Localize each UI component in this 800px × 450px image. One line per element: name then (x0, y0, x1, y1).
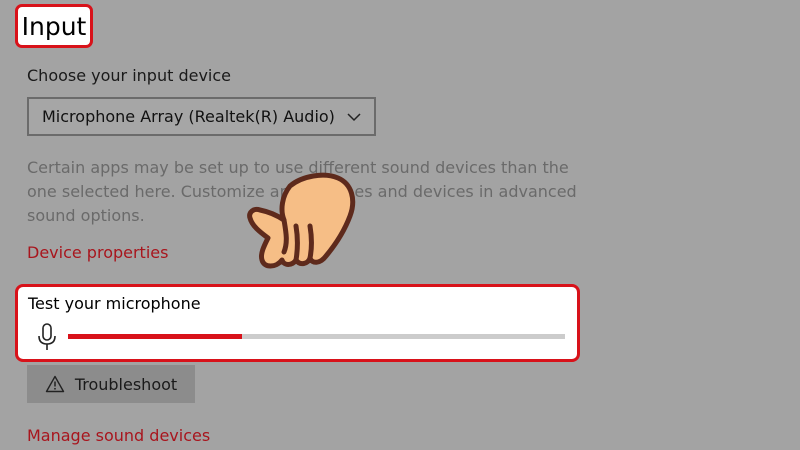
input-device-selected: Microphone Array (Realtek(R) Audio) (42, 107, 335, 126)
troubleshoot-button[interactable]: Troubleshoot (27, 365, 195, 403)
chevron-down-icon (347, 113, 361, 122)
test-microphone-panel: Test your microphone (15, 284, 580, 362)
input-device-dropdown[interactable]: Microphone Array (Realtek(R) Audio) (27, 97, 376, 136)
pointing-hand-icon (247, 172, 356, 269)
warning-icon (45, 375, 65, 393)
microphone-level-meter (68, 334, 565, 339)
page-title: Input (21, 11, 87, 41)
input-device-label: Choose your input device (27, 66, 232, 85)
troubleshoot-label: Troubleshoot (74, 374, 178, 394)
microphone-level-fill (68, 334, 242, 339)
manage-sound-devices-link[interactable]: Manage sound devices (27, 426, 210, 445)
microphone-icon (38, 323, 56, 350)
test-microphone-title: Test your microphone (28, 294, 201, 313)
device-properties-link[interactable]: Device properties (27, 243, 168, 262)
input-title-highlight: Input (15, 4, 93, 48)
